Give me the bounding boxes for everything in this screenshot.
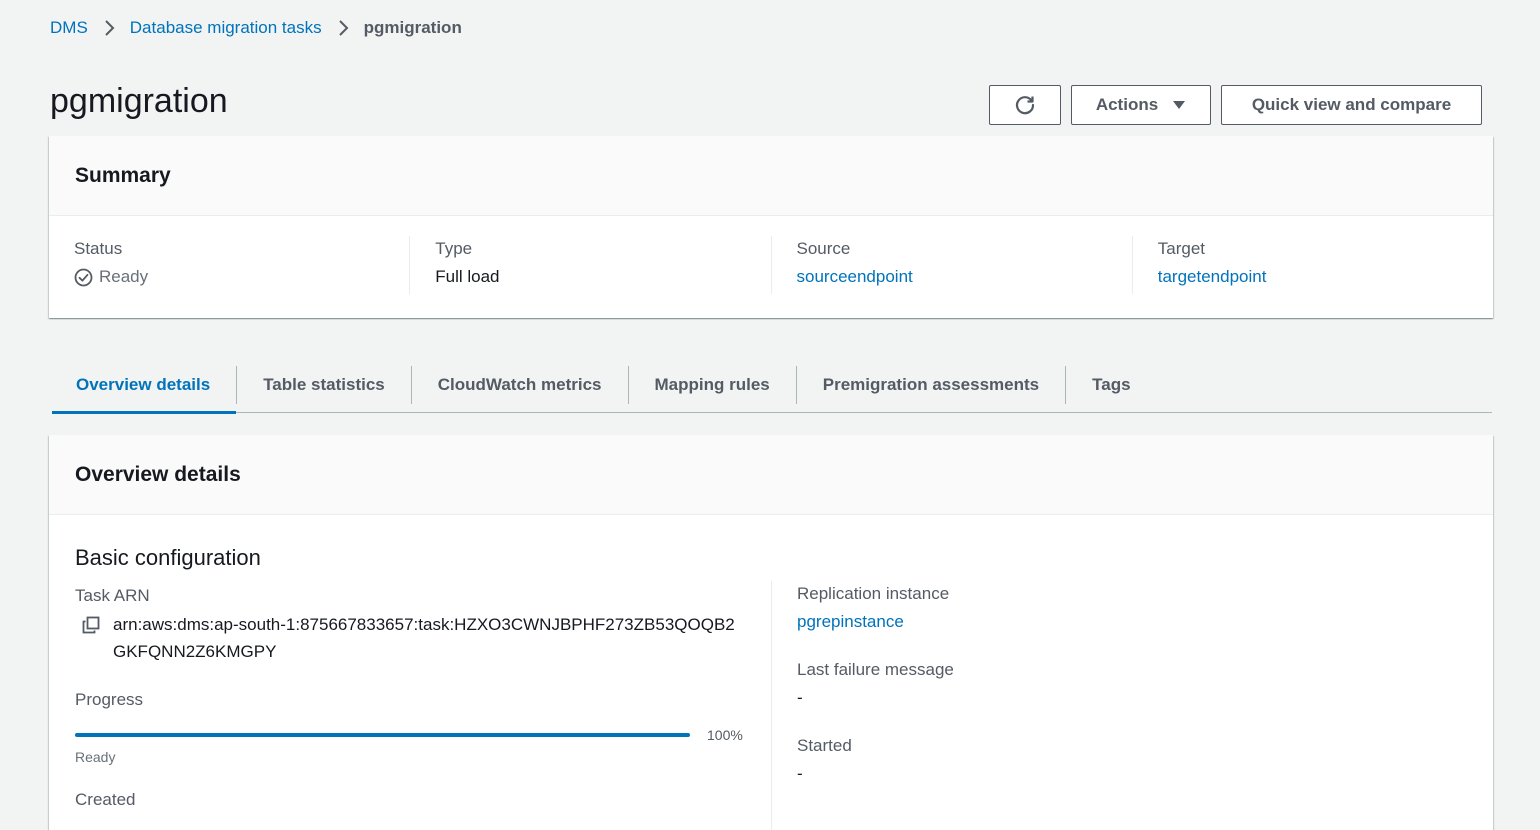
overview-columns: Task ARN arn:aws:dms:ap-south-1:87566783… — [75, 581, 1467, 830]
status-label: Status — [74, 239, 123, 258]
progress-bar-fill — [75, 733, 690, 737]
last-failure-value: - — [797, 688, 803, 707]
task-arn-field: Task ARN arn:aws:dms:ap-south-1:87566783… — [75, 583, 745, 665]
progress-row: 100% — [75, 727, 745, 743]
summary-title: Summary — [49, 136, 1493, 216]
breadcrumb-current: pgmigration — [363, 18, 462, 37]
target-endpoint-link[interactable]: targetendpoint — [1158, 262, 1267, 292]
tab-premigration-assessments[interactable]: Premigration assessments — [795, 357, 1065, 413]
task-arn-value: arn:aws:dms:ap-south-1:875667833657:task… — [113, 615, 735, 661]
created-label: Created — [75, 790, 136, 809]
overview-details-container: Overview details Basic configuration Tas… — [49, 435, 1493, 830]
summary-type: Type Full load — [409, 236, 770, 294]
tab-cloudwatch-metrics[interactable]: CloudWatch metrics — [410, 357, 628, 413]
created-field: Created — [75, 787, 745, 813]
replication-instance-link[interactable]: pgrepinstance — [797, 607, 904, 637]
type-value: Full load — [435, 267, 500, 286]
summary-body: Status Ready Type Full load Source sourc… — [49, 216, 1493, 294]
source-label: Source — [796, 239, 851, 258]
status-value-row: Ready — [74, 262, 384, 292]
tab-table-statistics[interactable]: Table statistics — [236, 357, 411, 413]
tab-overview-details[interactable]: Overview details — [52, 357, 237, 414]
overview-body: Basic configuration Task ARN arn:aws:dms… — [49, 515, 1493, 830]
tab-label: Mapping rules — [627, 366, 796, 404]
last-failure-field: Last failure message - — [797, 657, 1467, 713]
progress-field: Progress 100% Ready — [75, 687, 745, 765]
last-failure-label: Last failure message — [797, 660, 954, 679]
chevron-right-icon — [336, 17, 350, 39]
tab-tags[interactable]: Tags — [1065, 357, 1156, 413]
tab-label: Table statistics — [236, 366, 411, 404]
refresh-button[interactable] — [989, 85, 1061, 125]
replication-instance-label: Replication instance — [797, 584, 950, 603]
tab-label: Tags — [1065, 366, 1156, 404]
task-arn-row: arn:aws:dms:ap-south-1:875667833657:task… — [75, 611, 745, 665]
tab-bar: Overview details Table statistics CloudW… — [52, 357, 1492, 414]
overview-left-column: Task ARN arn:aws:dms:ap-south-1:87566783… — [75, 583, 771, 830]
task-arn-label: Task ARN — [75, 586, 150, 605]
tab-label: Overview details — [76, 375, 211, 394]
tab-label: CloudWatch metrics — [410, 366, 628, 404]
type-label: Type — [435, 239, 473, 258]
replication-instance-field: Replication instance pgrepinstance — [797, 581, 1467, 637]
chevron-right-icon — [102, 17, 116, 39]
check-circle-icon — [74, 268, 93, 287]
tab-mapping-rules[interactable]: Mapping rules — [627, 357, 796, 413]
summary-status: Status Ready — [49, 236, 409, 294]
quick-view-compare-button[interactable]: Quick view and compare — [1221, 85, 1482, 125]
actions-dropdown-button[interactable]: Actions — [1071, 85, 1211, 125]
copy-icon[interactable] — [79, 611, 103, 638]
tab-label: Premigration assessments — [795, 366, 1065, 404]
summary-container: Summary Status Ready Type Full load Sour… — [49, 136, 1493, 318]
progress-percent: 100% — [707, 727, 743, 743]
caret-down-icon — [1172, 100, 1186, 110]
overview-details-title: Overview details — [49, 435, 1493, 515]
breadcrumb-dms-link[interactable]: DMS — [50, 18, 88, 38]
started-label: Started — [797, 736, 852, 755]
breadcrumb-tasks-link[interactable]: Database migration tasks — [130, 18, 322, 38]
progress-label: Progress — [75, 690, 144, 709]
progress-bar — [75, 733, 690, 737]
source-endpoint-link[interactable]: sourceendpoint — [797, 262, 913, 292]
started-value: - — [797, 764, 803, 783]
progress-status: Ready — [75, 749, 116, 765]
overview-right-column: Replication instance pgrepinstance Last … — [771, 581, 1467, 830]
breadcrumb: DMS Database migration tasks pgmigration — [50, 17, 462, 39]
status-value: Ready — [99, 267, 149, 286]
summary-target: Target targetendpoint — [1131, 236, 1493, 294]
actions-label: Actions — [1095, 95, 1159, 114]
header-actions: Actions Quick view and compare — [989, 85, 1482, 125]
target-label: Target — [1157, 239, 1205, 258]
started-field: Started - — [797, 733, 1467, 789]
page-title: pgmigration — [50, 82, 228, 120]
summary-source: Source sourceendpoint — [770, 236, 1132, 294]
basic-configuration-title: Basic configuration — [75, 545, 261, 570]
refresh-icon — [1014, 94, 1036, 116]
